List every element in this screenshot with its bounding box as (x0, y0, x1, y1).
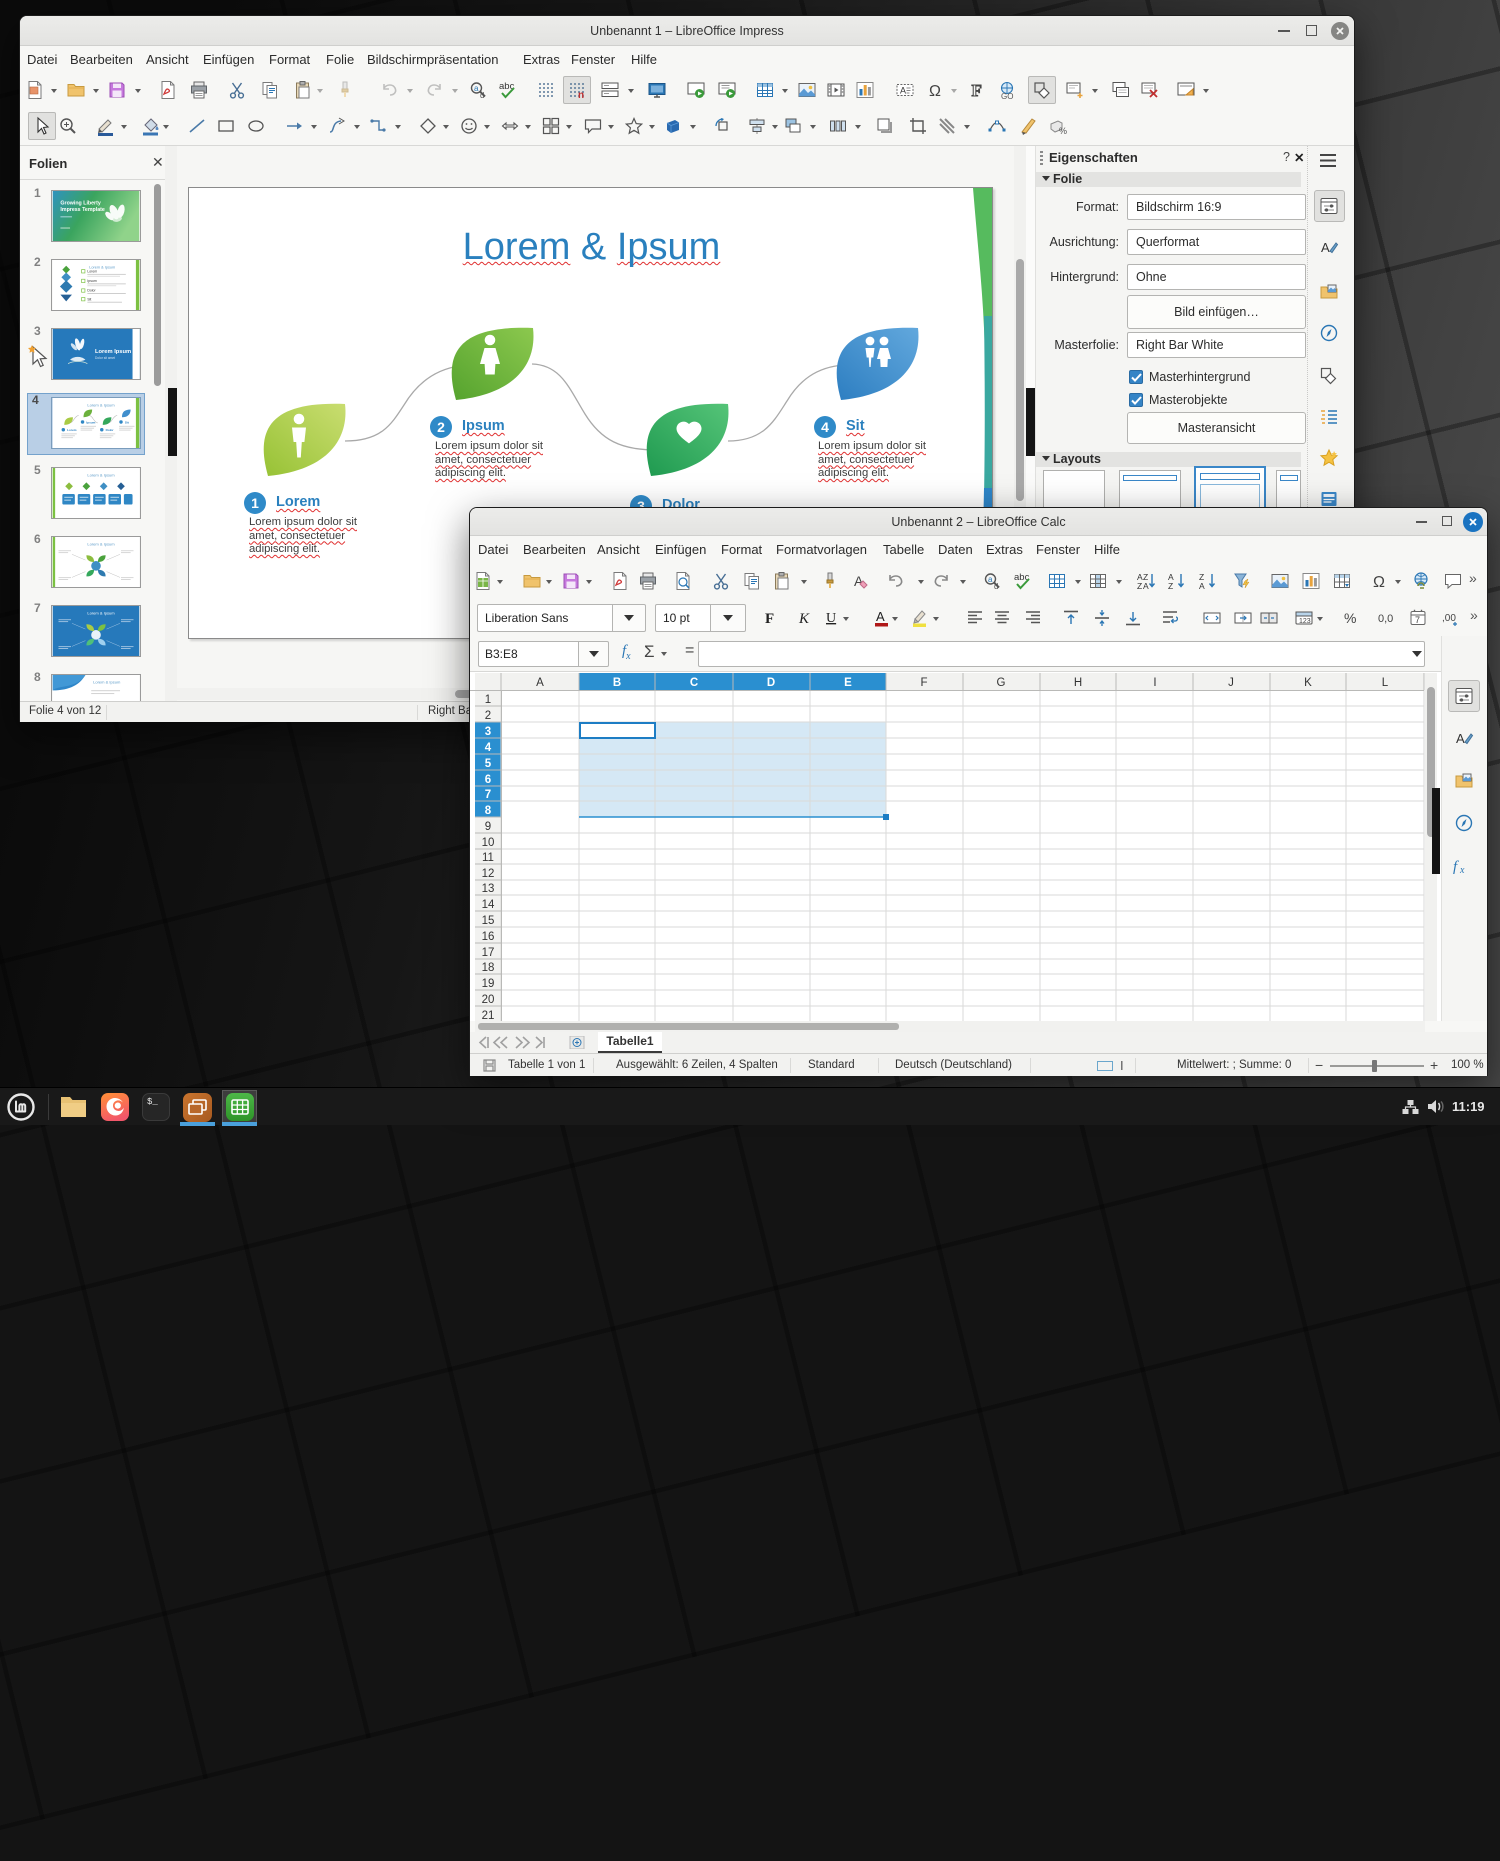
svg-text:H: H (1074, 677, 1082, 689)
svg-text:L: L (1382, 677, 1389, 689)
svg-text:3: 3 (485, 726, 491, 738)
svg-text:K: K (1304, 677, 1312, 689)
svg-text:14: 14 (482, 899, 495, 911)
svg-text:6: 6 (485, 774, 491, 786)
svg-text:4: 4 (485, 742, 492, 754)
svg-text:12: 12 (482, 868, 495, 880)
svg-text:16: 16 (482, 931, 495, 943)
svg-text:18: 18 (482, 962, 495, 974)
svg-text:20: 20 (482, 994, 495, 1006)
svg-text:F: F (920, 677, 927, 689)
svg-text:2: 2 (437, 419, 445, 435)
svg-text:G: G (997, 677, 1006, 689)
svg-text:11: 11 (482, 852, 494, 864)
svg-text:Lorem & Ipsum: Lorem & Ipsum (87, 473, 115, 478)
svg-text:Lorem & Ipsum: Lorem & Ipsum (87, 542, 115, 547)
svg-text:Lorem: Lorem (87, 270, 97, 274)
svg-text:B: B (613, 677, 621, 689)
svg-text:Dolor sit amet: Dolor sit amet (95, 356, 115, 360)
svg-text:I: I (1153, 677, 1156, 689)
svg-text:19: 19 (482, 978, 495, 990)
svg-text:5: 5 (485, 758, 492, 770)
svg-text:1: 1 (251, 495, 259, 511)
svg-text:D: D (767, 677, 775, 689)
svg-text:C: C (690, 677, 698, 689)
svg-text:Dolor: Dolor (106, 428, 115, 432)
svg-text:f: f (1453, 859, 1459, 875)
svg-text:10: 10 (482, 837, 495, 849)
svg-text:Ipsum: Ipsum (86, 420, 95, 424)
svg-text:15: 15 (482, 915, 495, 927)
svg-text:9: 9 (485, 821, 491, 833)
svg-text:Lorem: Lorem (67, 428, 77, 432)
svg-text:1: 1 (485, 694, 491, 706)
svg-text:4: 4 (821, 419, 829, 435)
svg-text:13: 13 (482, 883, 495, 895)
svg-text:Sit: Sit (125, 420, 129, 424)
svg-text:Lorem & Ipsum: Lorem & Ipsum (87, 611, 115, 616)
svg-text:Lorem & Ipsum: Lorem & Ipsum (93, 680, 121, 685)
svg-text:Dolor: Dolor (87, 289, 96, 293)
svg-text:Impress Template: Impress Template (60, 207, 104, 213)
svg-text:E: E (844, 677, 852, 689)
svg-text:2: 2 (485, 710, 491, 722)
svg-text:Lorem Ipsum: Lorem Ipsum (95, 349, 131, 355)
svg-text:Ipsum: Ipsum (87, 279, 97, 283)
svg-text:7: 7 (485, 789, 491, 801)
svg-text:J: J (1228, 677, 1234, 689)
svg-text:Lorem & Ipsum: Lorem & Ipsum (87, 403, 115, 408)
svg-text:Sit: Sit (87, 297, 91, 301)
svg-text:8: 8 (485, 805, 492, 817)
svg-text:A: A (1456, 731, 1465, 746)
svg-text:Growing Liberty: Growing Liberty (60, 200, 100, 206)
svg-text:A: A (1321, 240, 1330, 255)
svg-text:21: 21 (482, 1010, 495, 1021)
svg-text:A: A (536, 677, 544, 689)
svg-text:17: 17 (482, 947, 495, 959)
svg-text:x: x (1459, 865, 1465, 875)
